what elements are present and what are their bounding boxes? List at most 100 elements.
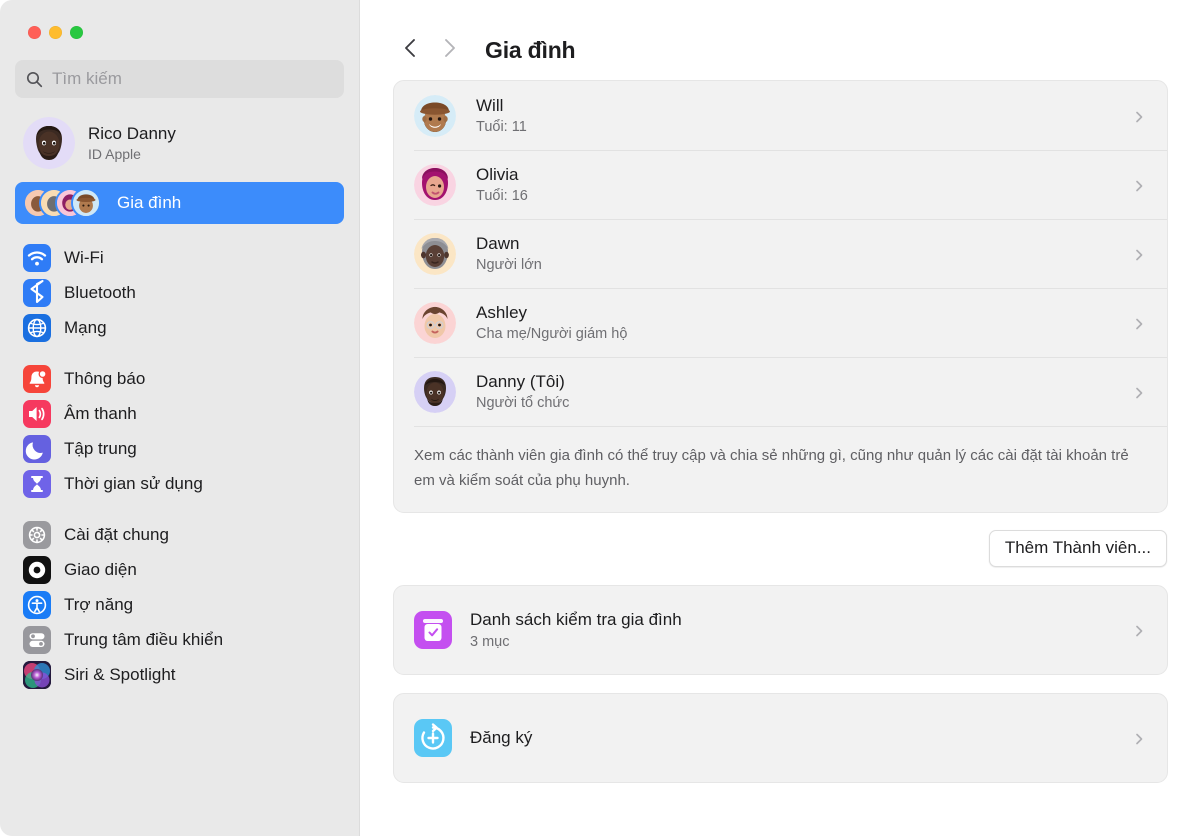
sidebar-item-control-center[interactable]: Trung tâm điều khiển: [15, 622, 344, 657]
sidebar-item-label: Gia đình: [117, 193, 182, 212]
table-row[interactable]: Danny (Tôi) Người tổ chức: [394, 357, 1167, 426]
sidebar-item-bluetooth[interactable]: Bluetooth: [15, 275, 344, 310]
sidebar-item-siri-spotlight[interactable]: Siri & Spotlight: [15, 657, 344, 692]
member-role: Người lớn: [476, 256, 542, 273]
member-text: Dawn Người lớn: [476, 233, 1133, 275]
chevron-right-icon: [1133, 179, 1145, 191]
list-item-title: Danh sách kiểm tra gia đình: [470, 609, 682, 629]
table-row[interactable]: Dawn Người lớn: [394, 219, 1167, 288]
sidebar-group-system: Cài đặt chung Giao diện Trợ năng Trung t…: [0, 517, 359, 692]
sidebar-item-label: Thời gian sử dụng: [64, 473, 203, 493]
account-name: Rico Danny: [88, 123, 176, 143]
search-input[interactable]: [52, 69, 333, 89]
sidebar-item-apple-account[interactable]: Rico Danny ID Apple: [15, 112, 344, 174]
sidebar-item-accessibility[interactable]: Trợ năng: [15, 587, 344, 622]
control-center-toggles-icon: [23, 625, 51, 654]
sidebar-item-label: Siri & Spotlight: [64, 664, 176, 684]
sidebar-item-wifi[interactable]: Wi-Fi: [15, 240, 344, 275]
member-text: Will Tuổi: 11: [476, 95, 1133, 137]
sidebar-group-notifications: Thông báo Âm thanh Tập trung Thời gian s…: [0, 361, 359, 501]
avatar: [414, 94, 456, 137]
search-container: [0, 39, 359, 98]
screen-time-hourglass-icon: [23, 469, 51, 498]
network-globe-icon: [23, 313, 51, 342]
sidebar-item-sound[interactable]: Âm thanh: [15, 396, 344, 431]
member-text: Olivia Tuổi: 16: [476, 164, 1133, 206]
wifi-icon: [23, 243, 51, 272]
family-description: Xem các thành viên gia đình có thể truy …: [394, 426, 1167, 512]
accessibility-icon: [23, 590, 51, 619]
search-icon: [26, 71, 43, 88]
member-text: Danny (Tôi) Người tổ chức: [476, 371, 1133, 413]
member-name: Danny (Tôi): [476, 371, 565, 391]
focus-moon-icon: [23, 434, 51, 463]
page-title: Gia đình: [485, 36, 576, 63]
chevron-right-icon: [1133, 248, 1145, 260]
sidebar-item-family[interactable]: Gia đình: [15, 182, 344, 224]
chevron-right-icon: [1133, 317, 1145, 329]
sidebar-item-label: Tập trung: [64, 438, 137, 458]
main-content: Gia đình Will Tuổi: 11 Olivia Tuổi: 16 D…: [360, 0, 1200, 836]
search-field[interactable]: [15, 60, 344, 98]
sidebar-item-label: Wi-Fi: [64, 247, 104, 267]
member-text: Ashley Cha mẹ/Người giám hộ: [476, 302, 1133, 344]
list-item-subtitle: 3 mục: [470, 633, 510, 650]
chevron-left-icon: [402, 37, 418, 64]
sidebar-item-screen-time[interactable]: Thời gian sử dụng: [15, 466, 344, 501]
sidebar-item-general[interactable]: Cài đặt chung: [15, 517, 344, 552]
account-text: Rico Danny ID Apple: [88, 123, 176, 164]
sidebar-item-network[interactable]: Mạng: [15, 310, 344, 345]
sidebar: Rico Danny ID Apple: [0, 0, 360, 836]
add-member-button[interactable]: Thêm Thành viên...: [988, 530, 1167, 567]
member-role: Tuổi: 11: [476, 118, 527, 135]
list-item[interactable]: Danh sách kiểm tra gia đình 3 mục: [394, 586, 1167, 674]
avatar: [414, 370, 456, 413]
avatar: [414, 163, 456, 206]
bluetooth-icon: [23, 278, 51, 307]
family-members-card: Will Tuổi: 11 Olivia Tuổi: 16 Dawn Người…: [393, 80, 1168, 513]
member-name: Olivia: [476, 164, 519, 184]
chevron-right-icon: [1133, 624, 1145, 637]
list-item-text: Danh sách kiểm tra gia đình 3 mục: [470, 609, 1133, 652]
subscriptions-icon: [414, 719, 452, 757]
sidebar-item-notifications[interactable]: Thông báo: [15, 361, 344, 396]
subscriptions-card[interactable]: Đăng ký: [393, 693, 1168, 783]
list-item[interactable]: Đăng ký: [394, 694, 1167, 782]
close-button[interactable]: [28, 26, 41, 39]
back-button[interactable]: [390, 33, 430, 67]
notifications-bell-icon: [23, 364, 51, 393]
minimize-button[interactable]: [49, 26, 62, 39]
table-row[interactable]: Will Tuổi: 11: [394, 81, 1167, 150]
general-gear-icon: [23, 520, 51, 549]
member-name: Dawn: [476, 233, 520, 253]
sidebar-item-label: Mạng: [64, 317, 107, 337]
list-item-text: Đăng ký: [470, 727, 1133, 750]
sidebar-item-focus[interactable]: Tập trung: [15, 431, 344, 466]
zoom-button[interactable]: [70, 26, 83, 39]
appearance-contrast-icon: [23, 555, 51, 584]
table-row[interactable]: Olivia Tuổi: 16: [394, 150, 1167, 219]
family-avatars-cluster: [23, 188, 101, 218]
sidebar-item-label: Âm thanh: [64, 403, 137, 423]
siri-orb-icon: [23, 660, 51, 689]
table-row[interactable]: Ashley Cha mẹ/Người giám hộ: [394, 288, 1167, 357]
sidebar-item-appearance[interactable]: Giao diện: [15, 552, 344, 587]
list-item-title: Đăng ký: [470, 727, 533, 747]
avatar: [23, 117, 75, 169]
family-checklist-icon: [414, 611, 452, 649]
chevron-right-icon: [1133, 110, 1145, 122]
avatar: [414, 232, 456, 275]
avatar: [414, 301, 456, 344]
toolbar: Gia đình: [360, 0, 1200, 78]
member-role: Người tổ chức: [476, 394, 570, 411]
chevron-right-icon: [1133, 386, 1145, 398]
member-name: Ashley: [476, 302, 528, 322]
system-settings-window: Rico Danny ID Apple: [0, 0, 1200, 836]
sidebar-item-label: Cài đặt chung: [64, 524, 169, 544]
family-checklist-card[interactable]: Danh sách kiểm tra gia đình 3 mục: [393, 585, 1168, 675]
sidebar-item-label: Giao diện: [64, 559, 137, 579]
account-subtitle: ID Apple: [88, 145, 141, 162]
sidebar-item-label: Trợ năng: [64, 594, 134, 614]
member-role: Tuổi: 16: [476, 187, 528, 204]
forward-button[interactable]: [430, 33, 470, 67]
